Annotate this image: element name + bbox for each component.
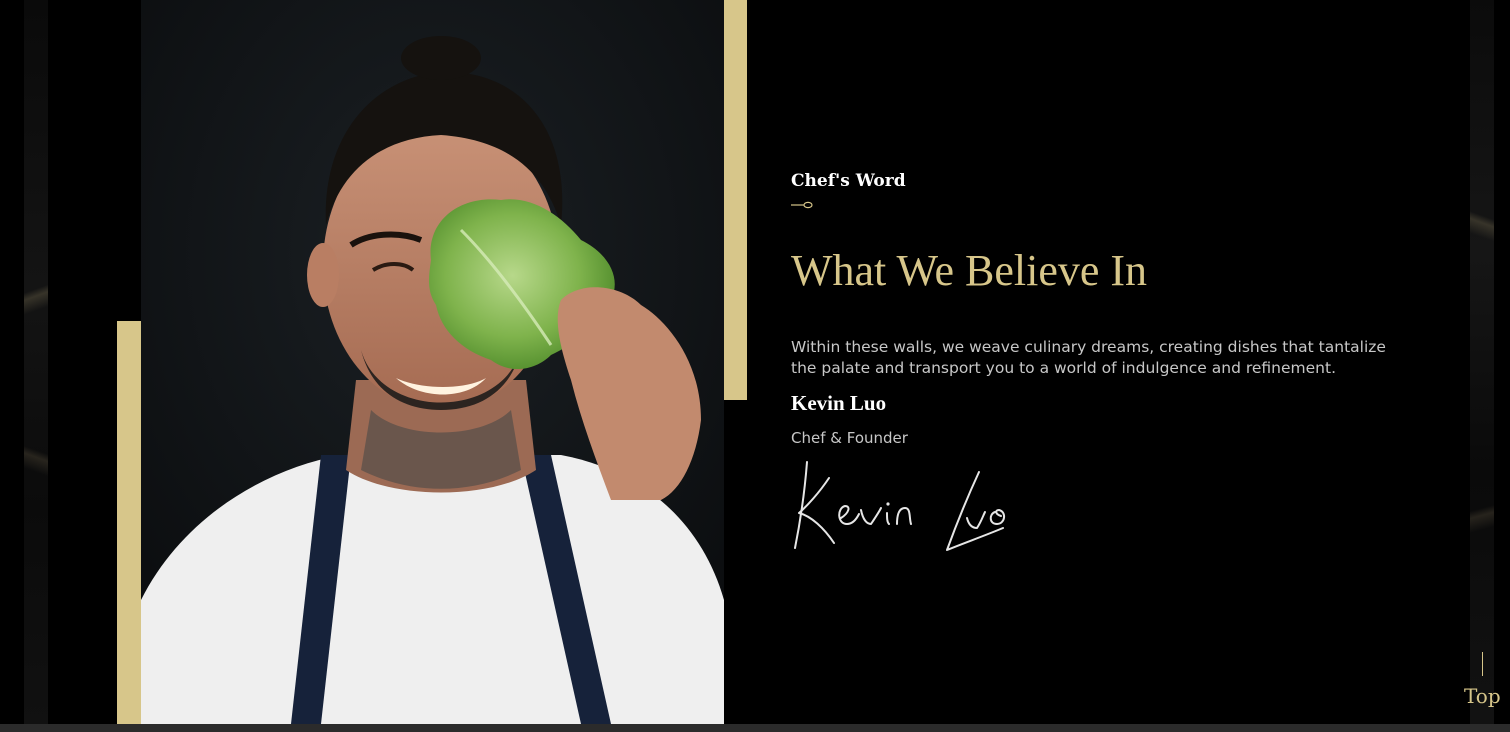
author-name: Kevin Luo — [791, 391, 887, 415]
spoon-divider-icon — [791, 201, 813, 209]
gold-accent-bar-left — [117, 321, 141, 724]
section-heading: What We Believe In — [791, 246, 1148, 295]
section-body: Within these walls, we weave culinary dr… — [791, 338, 1386, 377]
signature-image — [794, 461, 1005, 551]
marble-border-right — [1470, 0, 1494, 724]
marble-border-left — [24, 0, 48, 724]
scroll-to-top-button[interactable]: Top — [1462, 652, 1504, 712]
chef-photo — [141, 0, 724, 724]
vertical-line-icon — [1482, 652, 1483, 676]
author-role: Chef & Founder — [791, 429, 908, 447]
gold-accent-bar-right — [724, 0, 747, 400]
horizontal-scrollbar[interactable] — [0, 724, 1510, 732]
scroll-to-top-label: Top — [1464, 684, 1501, 708]
section-eyebrow: Chef's Word — [791, 171, 906, 191]
